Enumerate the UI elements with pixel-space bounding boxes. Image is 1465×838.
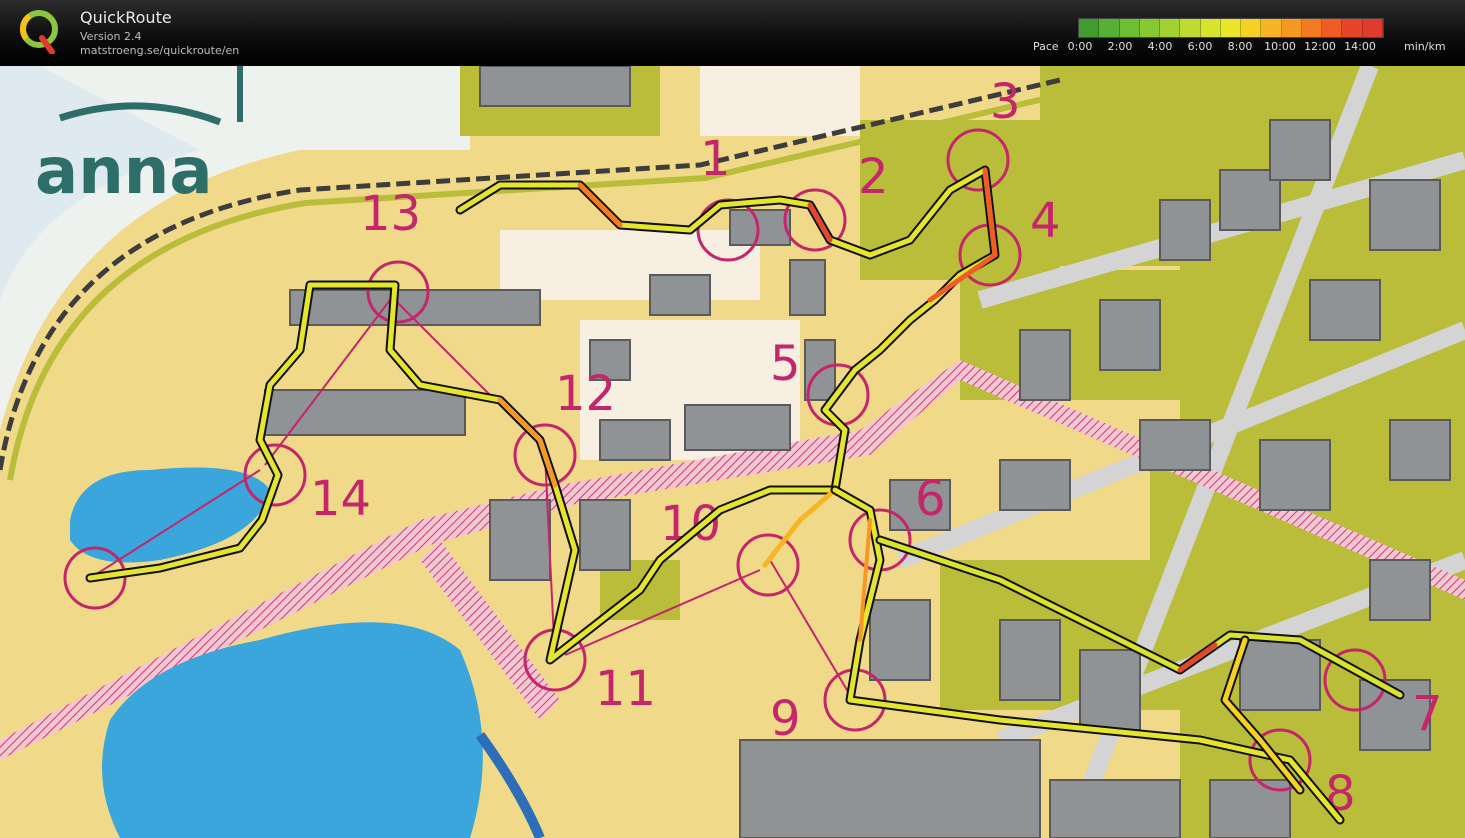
pace-tick: 6:00 <box>1187 40 1213 53</box>
pace-color-cell <box>1119 19 1140 37</box>
control-number: 11 <box>595 661 656 717</box>
control-number: 12 <box>555 366 616 422</box>
app-title: QuickRoute <box>80 8 172 27</box>
app-url-link[interactable]: matstroeng.se/quickroute/en <box>80 44 239 57</box>
pace-color-cell <box>1160 19 1181 37</box>
pace-color-cell <box>1322 19 1343 37</box>
pace-tick: 10:00 <box>1264 40 1296 53</box>
control-number: 14 <box>310 471 371 527</box>
control-number: 13 <box>360 186 421 242</box>
control-number: 3 <box>990 74 1021 130</box>
control-number: 4 <box>1030 193 1061 249</box>
pace-color-cell <box>1139 19 1161 37</box>
app-version: Version 2.4 <box>80 30 142 43</box>
control-number: 5 <box>770 336 801 392</box>
pace-color-cell <box>1281 19 1302 37</box>
pace-tick: 2:00 <box>1107 40 1133 53</box>
control-number: 1 <box>700 131 731 187</box>
control-number: 10 <box>660 496 721 552</box>
control-number: 9 <box>770 691 801 747</box>
pace-tick: 14:00 <box>1344 40 1376 53</box>
pace-label: Pace <box>1033 40 1059 53</box>
quickroute-logo-icon <box>20 10 58 54</box>
pace-color-cell <box>1099 19 1120 37</box>
pace-color-cell <box>1200 19 1221 37</box>
pace-color-cell <box>1301 19 1323 37</box>
pace-tick: 4:00 <box>1147 40 1173 53</box>
map-canvas[interactable]: anna 1 2 3 4 5 6 7 8 9 10 11 12 13 14 <box>0 66 1465 838</box>
map-brand-text: anna <box>35 135 213 209</box>
pace-unit: min/km <box>1404 40 1446 53</box>
orienteering-map[interactable]: anna 1 2 3 4 5 6 7 8 9 10 11 12 13 14 <box>0 66 1465 838</box>
pace-color-cell <box>1220 19 1242 37</box>
pace-color-cell <box>1180 19 1201 37</box>
pace-color-cell <box>1241 19 1262 37</box>
pace-tick: 0:00 <box>1067 40 1093 53</box>
app-header: QuickRoute Version 2.4 matstroeng.se/qui… <box>0 0 1465 66</box>
pace-color-cell <box>1362 19 1383 37</box>
pace-tick: 8:00 <box>1227 40 1253 53</box>
control-number: 7 <box>1412 686 1443 742</box>
pace-color-scale <box>1078 18 1384 38</box>
control-number: 6 <box>915 471 946 527</box>
pace-tick: 12:00 <box>1304 40 1336 53</box>
pace-color-cell <box>1261 19 1282 37</box>
pace-color-cell <box>1079 19 1100 37</box>
pace-color-cell <box>1342 19 1363 37</box>
control-number: 2 <box>858 149 889 205</box>
